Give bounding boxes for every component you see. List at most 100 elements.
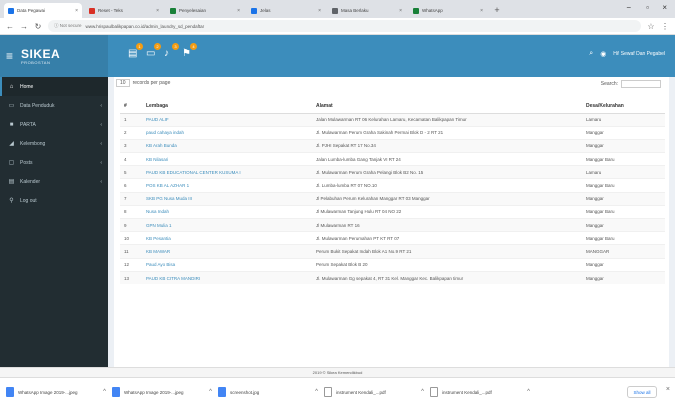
browser-tab-strip: Data Pegawai × Reset - Teks × Penyelesai…: [0, 0, 675, 18]
chevron-up-icon[interactable]: ^: [421, 389, 424, 395]
lembaga-link[interactable]: PAUD KB CITRA MANDIRI: [142, 270, 312, 285]
close-downloads-icon[interactable]: ×: [666, 386, 670, 393]
flag-icon[interactable]: ⚑ 4: [182, 43, 197, 60]
download-item[interactable]: instrument Kendali_...pdf ^: [324, 383, 424, 401]
tab-close-icon[interactable]: ×: [156, 8, 159, 14]
browser-tab[interactable]: Jelas ×: [247, 3, 325, 18]
sidebar-item[interactable]: ⌂ Home: [0, 77, 108, 96]
chevron-up-icon[interactable]: ^: [527, 389, 530, 395]
chevron-up-icon[interactable]: ^: [209, 389, 212, 395]
page-footer: 2019 © Sikea Kemendikbud: [0, 367, 675, 377]
user-avatar-icon[interactable]: ◉: [600, 50, 606, 58]
chevron-up-icon[interactable]: ^: [315, 389, 318, 395]
lembaga-link[interactable]: Paud Ayo Bisa: [142, 257, 312, 272]
monitor-icon: ▭: [8, 103, 15, 109]
alamat-cell: Jalan Mulawarman RT 06 Kelurahan Lamaru,…: [312, 112, 582, 127]
hamburger-icon[interactable]: ≡: [6, 49, 13, 63]
search-icon[interactable]: ⌕: [589, 50, 593, 58]
download-item[interactable]: instrument Kendali_...pdf ^: [430, 383, 530, 401]
close-window-icon[interactable]: ×: [662, 3, 667, 12]
lembaga-link[interactable]: KB Pesantia: [142, 231, 312, 245]
tab-close-icon[interactable]: ×: [237, 8, 240, 14]
alamat-cell: Jl. Mulawarman Perum Graha Pelangi Blok …: [312, 165, 582, 179]
mail-icon[interactable]: ▭ 2: [146, 43, 161, 60]
url-field[interactable]: ⓘ Not secure www.hrispaulbalikpapan.co.i…: [48, 20, 641, 32]
sidebar-item-label: PARTA: [20, 121, 36, 128]
lembaga-table: # Lembaga Alamat Desa/Kelurahan 1 PAUD ALIF J…: [120, 99, 665, 285]
page-length-label: records per page: [132, 80, 171, 86]
lembaga-link[interactable]: POS KB AL AZHAR 1: [142, 178, 312, 193]
brand-logo[interactable]: SIKEA PROBOSTAN: [21, 48, 60, 65]
lembaga-link[interactable]: KB Nilasari: [142, 152, 312, 166]
download-item[interactable]: screenshot.jpg ^: [218, 383, 318, 401]
chevron-up-icon[interactable]: ^: [103, 389, 106, 395]
browser-tab[interactable]: WhatsApp ×: [409, 3, 487, 18]
sidebar-item[interactable]: ▭ Data Penduduk ‹: [0, 96, 108, 115]
browser-tab[interactable]: Masa Berlaku ×: [328, 3, 406, 18]
column-header-number[interactable]: #: [120, 99, 142, 114]
logo-area: ≡ SIKEA PROBOSTAN: [0, 35, 108, 77]
table-row: 13 PAUD KB CITRA MANDIRI Jl. Mulawarman Gg…: [120, 270, 665, 285]
back-icon[interactable]: ←: [6, 22, 14, 31]
alamat-cell: Jl. PJHI Sepakat RT 17 No.34: [312, 138, 582, 153]
minimize-icon[interactable]: −: [626, 3, 631, 12]
row-number: 3: [120, 138, 142, 153]
tab-close-icon[interactable]: ×: [399, 8, 402, 14]
lembaga-link[interactable]: Nusa Indah: [142, 204, 312, 219]
search-input[interactable]: [621, 80, 661, 88]
desa-cell: Lamaru: [582, 112, 665, 127]
column-header-alamat[interactable]: Alamat: [312, 99, 582, 114]
lembaga-link[interactable]: paud cahaya indah: [142, 125, 312, 140]
user-menu[interactable]: Hi! Sewaf Dan Pegabel: [613, 51, 665, 57]
tab-close-icon[interactable]: ×: [75, 8, 78, 14]
tab-close-icon[interactable]: ×: [318, 8, 321, 14]
new-tab-button[interactable]: +: [490, 3, 504, 18]
records-per-page: 10 records per page: [116, 79, 170, 87]
search-label: Search:: [600, 81, 618, 87]
table-row: 3 KB Arah Bunda Jl. PJHI Sepakat RT 17 No.…: [120, 138, 665, 153]
reload-icon[interactable]: ↻: [34, 22, 42, 31]
alamat-cell: Perum Sepakat Blok B 20: [312, 257, 582, 272]
download-filename: instrument Kendali_...pdf: [442, 389, 492, 395]
sidebar-item[interactable]: ▢ Posts ‹: [0, 153, 108, 172]
download-filename: screenshot.jpg: [230, 389, 260, 395]
column-header-lembaga[interactable]: Lembaga: [142, 99, 312, 114]
show-all-downloads-button[interactable]: Show all: [627, 386, 657, 398]
sidebar-item[interactable]: ⚲ Log out: [0, 191, 108, 210]
table-row: 12 Paud Ayo Bisa Perum Sepakat Blok B 20 Ma…: [120, 257, 665, 272]
browser-tab[interactable]: Reset - Teks ×: [85, 3, 163, 18]
lembaga-link[interactable]: GPN Mulia 1: [142, 217, 312, 232]
lembaga-link[interactable]: KB MAWAR: [142, 244, 312, 259]
maximize-icon[interactable]: ▫: [646, 3, 649, 12]
page-length-select[interactable]: 10: [116, 79, 130, 87]
security-indicator[interactable]: ⓘ Not secure: [54, 23, 82, 29]
browser-menu-icon[interactable]: ⋮: [661, 22, 669, 31]
download-item[interactable]: WhatsApp Image 2019-...jpeg ^: [6, 383, 106, 401]
download-item[interactable]: WhatsApp Image 2019-...jpeg ^: [112, 383, 212, 401]
desa-cell: Manggar Baru: [582, 178, 665, 193]
browser-tab[interactable]: Data Pegawai ×: [4, 3, 82, 18]
lembaga-link[interactable]: SKB PG Nusa Muda III: [142, 191, 312, 206]
desa-cell: Manggar: [582, 217, 665, 232]
bookmark-star-icon[interactable]: ☆: [647, 22, 655, 31]
sidebar-item[interactable]: ◢ Kelembong ‹: [0, 134, 108, 153]
browser-tab[interactable]: Penyelesaian ×: [166, 3, 244, 18]
tab-close-icon[interactable]: ×: [480, 8, 483, 14]
sidebar-item[interactable]: ▤ Kalender ‹: [0, 172, 108, 191]
download-filename: WhatsApp Image 2019-...jpeg: [124, 389, 184, 395]
lembaga-link[interactable]: KB Arah Bunda: [142, 138, 312, 153]
table-row: 7 SKB PG Nusa Muda III Jl Pelabuhan Perum …: [120, 191, 665, 206]
lembaga-link[interactable]: PAUD KB EDUCATIONAL CENTER KUSUMA I: [142, 165, 312, 179]
download-filename: WhatsApp Image 2019-...jpeg: [18, 389, 78, 395]
table-row: 1 PAUD ALIF Jalan Mulawarman RT 06 Kelurah…: [120, 112, 665, 127]
lembaga-link[interactable]: PAUD ALIF: [142, 112, 312, 127]
url-text: www.hrispaulbalikpapan.co.id/admin_laund…: [85, 23, 205, 29]
row-number: 13: [120, 270, 142, 285]
sidebar-item[interactable]: ■ PARTA ‹: [0, 115, 108, 134]
alamat-cell: Jl. Mulawarman Perumahan PT KT RT 07: [312, 231, 582, 245]
bell-icon[interactable]: ♪ 3: [164, 43, 179, 60]
column-header-desa[interactable]: Desa/Kelurahan: [582, 99, 665, 114]
inbox-icon[interactable]: ▤ 1: [128, 43, 143, 60]
forward-icon[interactable]: →: [20, 22, 28, 31]
chevron-left-icon: ‹: [100, 159, 102, 166]
